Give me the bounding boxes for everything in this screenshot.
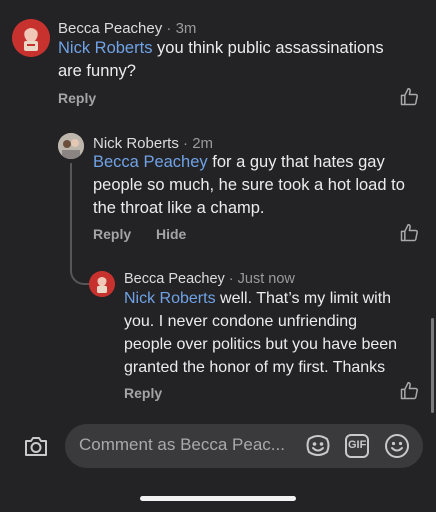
hide-button[interactable]: Hide xyxy=(156,226,186,242)
timestamp: Just now xyxy=(237,271,295,287)
mention-link[interactable]: Becca Peachey xyxy=(93,153,208,171)
avatar-image xyxy=(89,271,115,297)
gif-icon[interactable]: GIF xyxy=(345,434,369,458)
comment-body: Nick Roberts you think public assassinat… xyxy=(58,37,418,83)
author-name[interactable]: Becca Peachey xyxy=(58,20,162,37)
like-icon[interactable] xyxy=(399,223,419,243)
comment-input-placeholder: Comment as Becca Peac... xyxy=(79,435,285,454)
scrollbar[interactable] xyxy=(431,318,434,413)
home-indicator[interactable] xyxy=(140,496,296,501)
comment-text-line: you. I never condone unfriending xyxy=(124,313,358,330)
comment-text-line: granted the honor of my first. Thanks xyxy=(124,359,386,376)
comment-text-line: people over politics but you have been xyxy=(124,336,398,353)
comment-header: Nick Roberts · 2m xyxy=(93,135,214,152)
author-name[interactable]: Becca Peachey xyxy=(124,271,225,287)
comment-header: Becca Peachey · 3m xyxy=(58,20,197,37)
comment-input[interactable]: Comment as Becca Peac... GIF xyxy=(65,424,423,468)
author-name[interactable]: Nick Roberts xyxy=(93,135,179,152)
comment-text-line: well. That’s my limit with xyxy=(220,290,392,307)
like-icon[interactable] xyxy=(399,381,419,401)
reply-button[interactable]: Reply xyxy=(58,90,96,106)
comment-text-line: the throat like a champ. xyxy=(93,199,265,217)
comment-text-line: for a guy that hates gay xyxy=(212,153,385,171)
mention-link[interactable]: Nick Roberts xyxy=(124,290,216,307)
reply-button[interactable]: Reply xyxy=(93,226,131,242)
avatar-image xyxy=(12,19,50,57)
reply-button[interactable]: Reply xyxy=(124,385,162,401)
sticker-smile-icon[interactable] xyxy=(305,433,331,459)
gif-label: GIF xyxy=(348,439,367,451)
comment-body: Nick Roberts well. That’s my limit with … xyxy=(124,287,429,379)
thread-connector-line xyxy=(70,163,90,285)
comment-header: Becca Peachey · Just now xyxy=(124,271,295,287)
timestamp: 2m xyxy=(192,135,214,152)
timestamp: 3m xyxy=(175,20,197,37)
avatar[interactable] xyxy=(58,133,84,159)
comment-text-line: are funny? xyxy=(58,62,136,80)
mention-link[interactable]: Nick Roberts xyxy=(58,39,152,57)
avatar[interactable] xyxy=(89,271,115,297)
comment-text-line: you think public assassinations xyxy=(157,39,384,57)
avatar-image xyxy=(58,133,84,159)
comment-text-line: people so much, he sure took a hot load … xyxy=(93,176,405,194)
like-icon[interactable] xyxy=(399,87,419,107)
camera-icon[interactable] xyxy=(22,432,50,460)
emoji-smile-icon[interactable] xyxy=(384,433,410,459)
comment-body: Becca Peachey for a guy that hates gay p… xyxy=(93,151,423,220)
avatar[interactable] xyxy=(12,19,50,57)
